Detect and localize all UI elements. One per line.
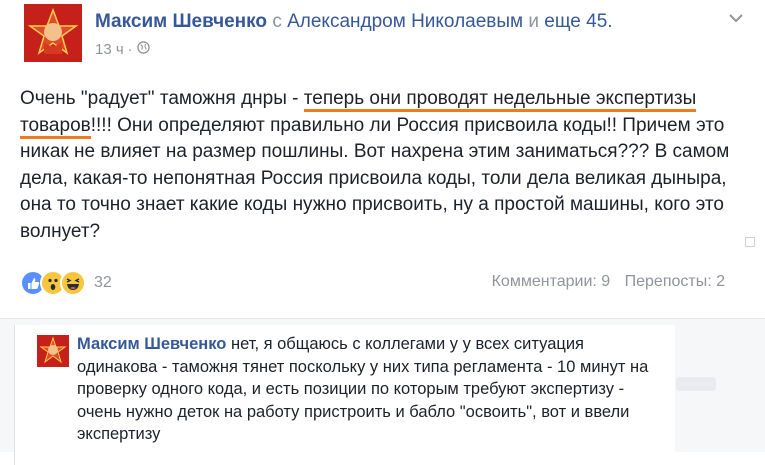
haha-reaction-icon bbox=[60, 270, 86, 296]
and-text: и bbox=[528, 11, 540, 32]
comments-count-link[interactable]: Комментарии: 9 bbox=[492, 273, 611, 290]
reactions-bar[interactable]: 32 bbox=[20, 270, 112, 296]
shares-count-link[interactable]: Перепосты: 2 bbox=[625, 273, 725, 290]
comment-body: Максим Шевченко нет, я общаюсь с коллега… bbox=[77, 333, 667, 446]
author-avatar[interactable] bbox=[24, 4, 82, 62]
comment-item: Максим Шевченко нет, я общаюсь с коллега… bbox=[14, 325, 675, 465]
comment-author-link[interactable]: Максим Шевченко bbox=[77, 335, 226, 353]
comments-section: Максим Шевченко нет, я общаюсь с коллега… bbox=[0, 318, 765, 465]
post-body: Очень "радует" таможня днры - теперь они… bbox=[20, 86, 750, 245]
author-name-link[interactable]: Максим Шевченко bbox=[95, 11, 267, 32]
tagged-person-link[interactable]: Александром Николаевым bbox=[287, 11, 523, 32]
reaction-count[interactable]: 32 bbox=[94, 274, 112, 292]
post-timestamp[interactable]: 13 ч bbox=[95, 41, 124, 58]
post-header: Максим Шевченко с Александром Николаевым… bbox=[95, 11, 613, 33]
chevron-down-icon[interactable] bbox=[726, 8, 746, 28]
comment-action-placeholder bbox=[676, 377, 716, 391]
globe-icon bbox=[136, 41, 150, 58]
others-link[interactable]: еще 45. bbox=[544, 11, 612, 32]
post-text-rest: !!!! Они определяют правильно ли Россия … bbox=[20, 114, 730, 242]
post-stats: Комментарии: 9 Перепосты: 2 bbox=[492, 273, 725, 291]
comment-author-avatar[interactable] bbox=[37, 335, 69, 367]
post-text-start: Очень "радует" таможня днры - bbox=[20, 88, 304, 109]
connector-text: с bbox=[272, 11, 282, 32]
post-meta: 13 ч · bbox=[95, 41, 150, 58]
post-card: Максим Шевченко с Александром Николаевым… bbox=[0, 0, 765, 318]
side-marker bbox=[745, 237, 755, 247]
